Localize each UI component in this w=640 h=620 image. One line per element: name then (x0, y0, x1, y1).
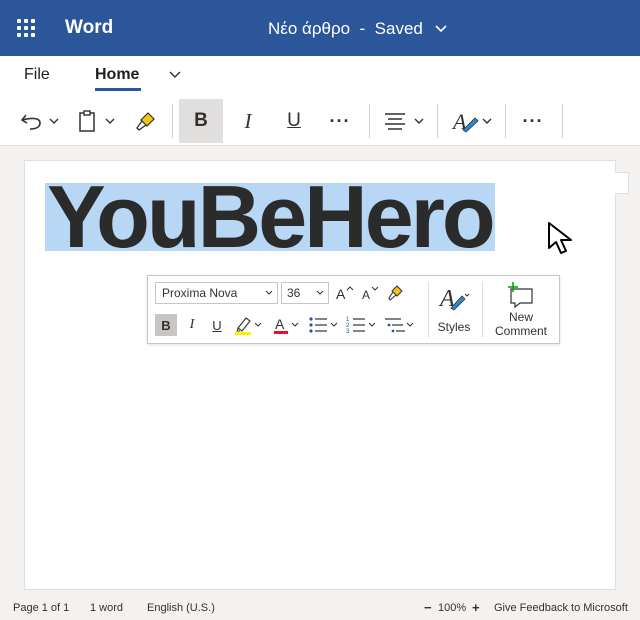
bold-button[interactable]: B (179, 99, 223, 143)
document-page[interactable]: YouBeHero (24, 160, 616, 590)
italic-button[interactable]: I (181, 314, 203, 336)
font-size-select[interactable]: 36 (281, 282, 329, 304)
active-tab-indicator (95, 88, 141, 91)
multilevel-list-icon (385, 318, 414, 333)
text-selection: YouBeHero (45, 173, 496, 261)
bold-label: B (161, 317, 171, 333)
svg-text:A: A (336, 286, 346, 302)
align-center-icon (385, 113, 424, 130)
font-name-select[interactable]: Proxima Nova (155, 282, 278, 304)
page-count[interactable]: Page 1 of 1 (13, 602, 69, 614)
title-bar: Word Νέο άρθρο - Saved (0, 0, 640, 56)
clear-format-button[interactable] (385, 282, 407, 304)
bold-button[interactable]: B (155, 314, 177, 336)
font-color-button[interactable]: A (271, 314, 301, 336)
new-comment-icon (508, 282, 533, 309)
svg-text:3: 3 (346, 329, 350, 335)
zoom-out-button[interactable]: − (424, 600, 432, 615)
italic-button[interactable]: I (226, 99, 270, 143)
format-painter-icon (136, 112, 155, 131)
ribbon-expand-chevron-icon[interactable] (168, 67, 182, 81)
mini-toolbar-separator (428, 282, 429, 338)
font-name-value: Proxima Nova (162, 286, 238, 300)
multilevel-list-button[interactable] (383, 314, 417, 336)
give-feedback-link[interactable]: Give Feedback to Microsoft (494, 602, 628, 614)
align-button[interactable] (378, 99, 430, 143)
styles-icon: A (451, 109, 492, 134)
underline-button[interactable]: U (272, 99, 316, 143)
format-painter-button[interactable] (128, 99, 164, 143)
more-icon: ··· (329, 110, 351, 131)
toolbar-separator (437, 104, 438, 138)
toolbar-separator (172, 104, 173, 138)
toolbar-separator (369, 104, 370, 138)
highlighter-icon (235, 317, 262, 335)
new-comment-label-line2: Comment (494, 324, 547, 338)
document-heading[interactable]: YouBeHero (47, 173, 496, 261)
styles-label: Styles (437, 320, 471, 334)
scroll-indicator[interactable] (615, 172, 629, 194)
shrink-font-icon: A (362, 286, 379, 302)
styles-button[interactable]: A (446, 99, 498, 143)
undo-icon (20, 114, 59, 130)
grow-font-icon: A (336, 286, 354, 302)
styles-icon: A (438, 286, 470, 312)
bulleted-list-icon (309, 317, 338, 333)
word-count[interactable]: 1 word (90, 602, 123, 614)
zoom-level[interactable]: 100% (438, 602, 466, 614)
italic-label: I (189, 317, 195, 332)
styles-button[interactable]: A Styles (433, 280, 475, 340)
toolbar-separator (562, 104, 563, 138)
svg-text:A: A (275, 316, 285, 332)
status-bar: Page 1 of 1 1 word English (U.S.) − 100%… (0, 597, 640, 620)
mouse-pointer-icon (548, 222, 572, 254)
zoom-in-button[interactable]: + (472, 600, 480, 615)
bullets-button[interactable] (307, 314, 341, 336)
underline-label: U (287, 110, 301, 131)
clipboard-icon (79, 110, 115, 132)
italic-label: I (244, 108, 252, 133)
more-options-button[interactable]: ··· (511, 99, 555, 143)
grow-font-button[interactable]: A (334, 282, 356, 304)
chevron-down-icon (316, 290, 324, 295)
app-launcher-icon[interactable] (17, 19, 35, 37)
chevron-down-icon (265, 290, 273, 295)
format-painter-icon (388, 285, 403, 301)
more-icon: ··· (522, 110, 544, 131)
app-name[interactable]: Word (65, 17, 113, 39)
numbering-button[interactable]: 1 2 3 (345, 314, 379, 336)
floating-format-toolbar: Proxima Nova 36 A A B I U A 1 2 3 A Styl… (147, 275, 560, 344)
font-size-value: 36 (287, 286, 301, 300)
tab-home[interactable]: Home (95, 66, 139, 84)
ribbon-toolbar: B I U ··· A ··· (0, 96, 640, 146)
highlight-color-button[interactable] (232, 314, 264, 336)
font-color-icon: A (274, 316, 299, 334)
ribbon-tabs: File Home (0, 56, 640, 96)
document-title[interactable]: Νέο άρθρο - Saved (268, 19, 423, 39)
svg-text:A: A (362, 288, 370, 302)
shrink-font-button[interactable]: A (359, 282, 381, 304)
paste-button[interactable] (74, 99, 122, 143)
underline-button[interactable]: U (206, 314, 228, 336)
language-indicator[interactable]: English (U.S.) (147, 602, 215, 614)
chevron-down-icon[interactable] (434, 21, 448, 35)
tab-file[interactable]: File (24, 66, 50, 84)
document-canvas: YouBeHero (0, 147, 640, 597)
undo-button[interactable] (16, 99, 64, 143)
mini-toolbar-separator (482, 282, 483, 338)
new-comment-label-line1: New (508, 310, 533, 324)
numbered-list-icon: 1 2 3 (346, 317, 376, 335)
underline-label: U (212, 317, 222, 333)
more-font-options-button[interactable]: ··· (318, 99, 362, 143)
toolbar-separator (505, 104, 506, 138)
bold-label: B (194, 110, 208, 131)
new-comment-button[interactable]: New Comment (487, 280, 555, 340)
